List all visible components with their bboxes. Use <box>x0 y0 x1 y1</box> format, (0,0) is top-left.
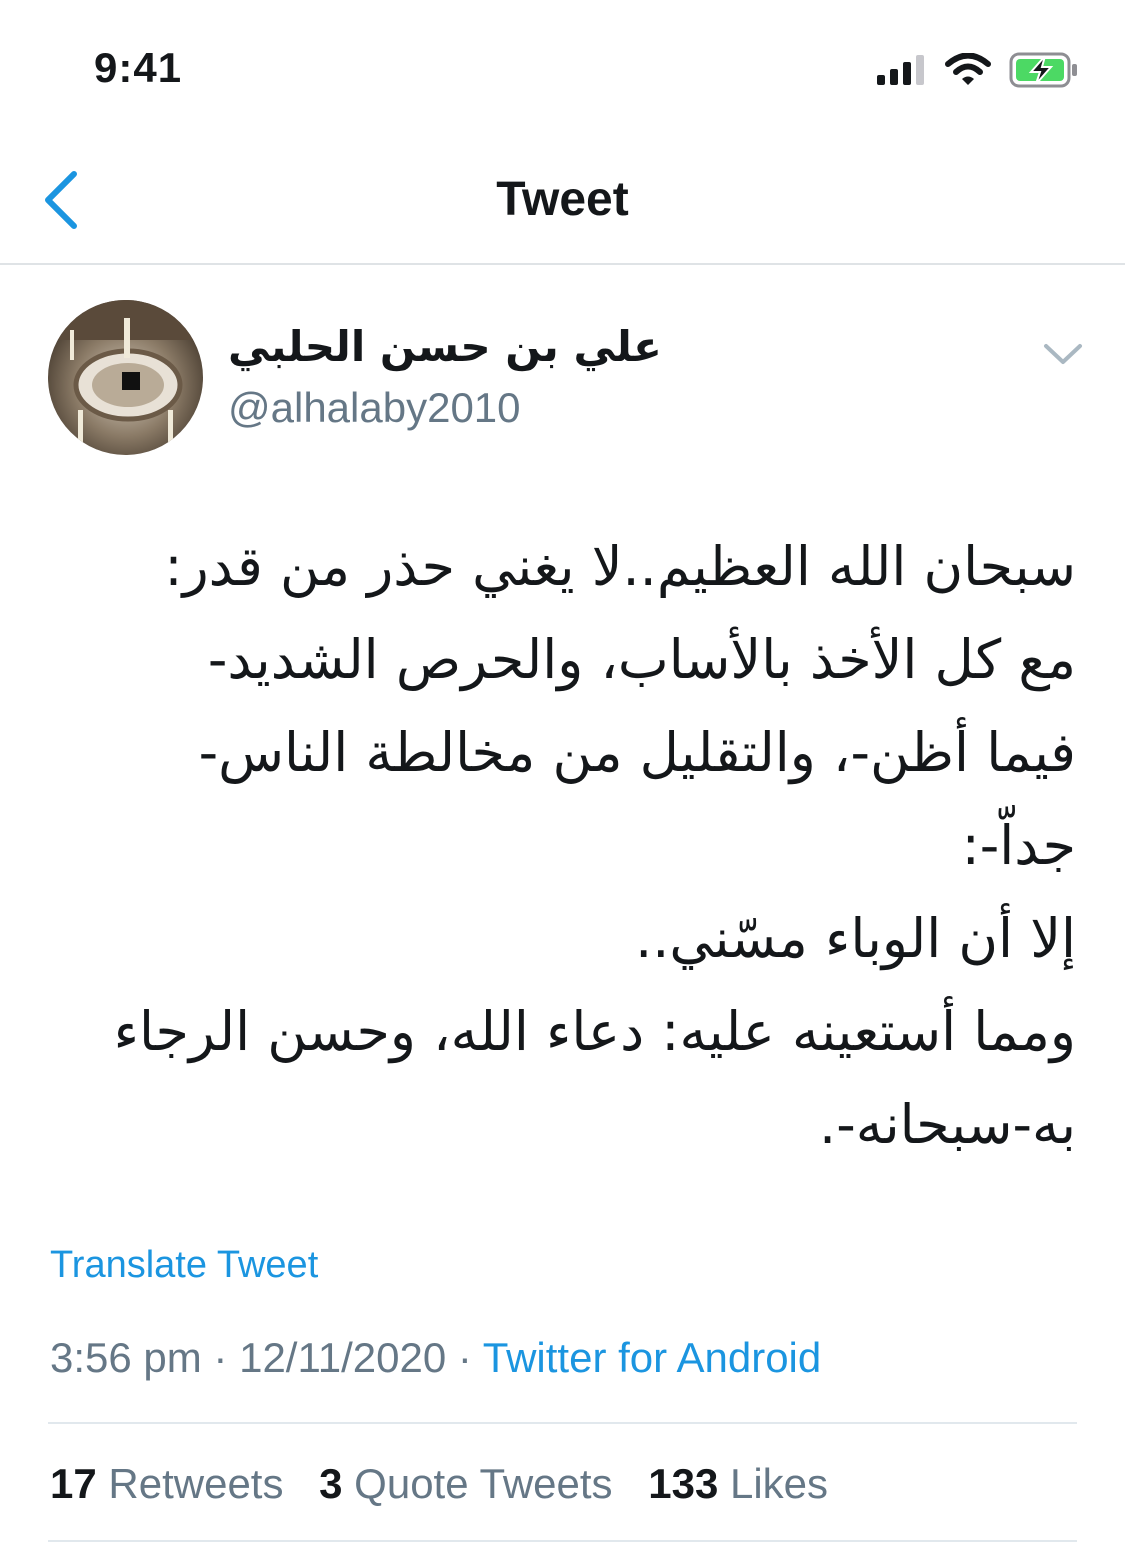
tweet-text-line: به-سبحانه-. <box>819 1093 1076 1156</box>
page-title: Tweet <box>496 173 629 226</box>
tweet-text: سبحان الله العظيم..لا يغني حذر من قدر: م… <box>48 520 1076 1171</box>
tweet-source-link[interactable]: Twitter for Android <box>483 1334 821 1381</box>
status-bar: 9:41 <box>0 0 1125 132</box>
status-icons <box>877 50 1079 90</box>
nav-bar: Tweet <box>0 132 1125 265</box>
tweet-text-line: مع كل الأخذ بالأساب، والحرص الشديد- <box>207 628 1076 691</box>
tweet-meta: 3:56 pm · 12/11/2020 · Twitter for Andro… <box>50 1334 821 1382</box>
avatar-image <box>48 300 203 455</box>
likes-stat[interactable]: 133 Likes <box>648 1460 828 1507</box>
tweet-stats: 17 Retweets 3 Quote Tweets 133 Likes <box>50 1460 852 1508</box>
retweets-stat[interactable]: 17 Retweets <box>50 1460 283 1507</box>
quote-tweets-stat[interactable]: 3 Quote Tweets <box>319 1460 612 1507</box>
tweet-text-line: فيما أظن-، والتقليل من مخالطة الناس- <box>198 721 1076 784</box>
divider <box>48 1540 1077 1542</box>
tweet-text-line: جداّ-: <box>961 814 1076 877</box>
wifi-icon <box>945 53 991 85</box>
chevron-down-icon <box>1044 344 1082 364</box>
tweet-text-line: ومما أستعينه عليه: دعاء الله، وحسن الرجا… <box>113 1000 1076 1063</box>
retweets-count: 17 <box>50 1460 97 1507</box>
likes-label: Likes <box>729 1460 829 1507</box>
tweet-text-line: إلا أن الوباء مسّني.. <box>635 907 1076 970</box>
translate-tweet-link[interactable]: Translate Tweet <box>50 1244 318 1287</box>
divider <box>48 1422 1077 1424</box>
battery-charging-icon <box>1009 52 1077 88</box>
avatar[interactable] <box>48 300 203 455</box>
tweet-date: 12/11/2020 <box>239 1334 447 1381</box>
meta-separator: · <box>201 1334 240 1381</box>
tweet-text-line: سبحان الله العظيم..لا يغني حذر من قدر: <box>164 535 1076 598</box>
author-name[interactable]: علي بن حسن الحلبي <box>228 322 708 371</box>
cellular-signal-icon <box>877 55 924 85</box>
tweet-time: 3:56 pm <box>50 1334 202 1381</box>
meta-separator: · <box>446 1334 483 1381</box>
quote-tweets-count: 3 <box>319 1460 343 1507</box>
retweets-label: Retweets <box>108 1460 284 1507</box>
tweet-options-button[interactable] <box>1040 336 1086 372</box>
author-handle[interactable]: @alhalaby2010 <box>228 384 521 432</box>
status-time: 9:41 <box>94 44 183 91</box>
likes-count: 133 <box>648 1460 719 1507</box>
quote-tweets-label: Quote Tweets <box>354 1460 613 1507</box>
